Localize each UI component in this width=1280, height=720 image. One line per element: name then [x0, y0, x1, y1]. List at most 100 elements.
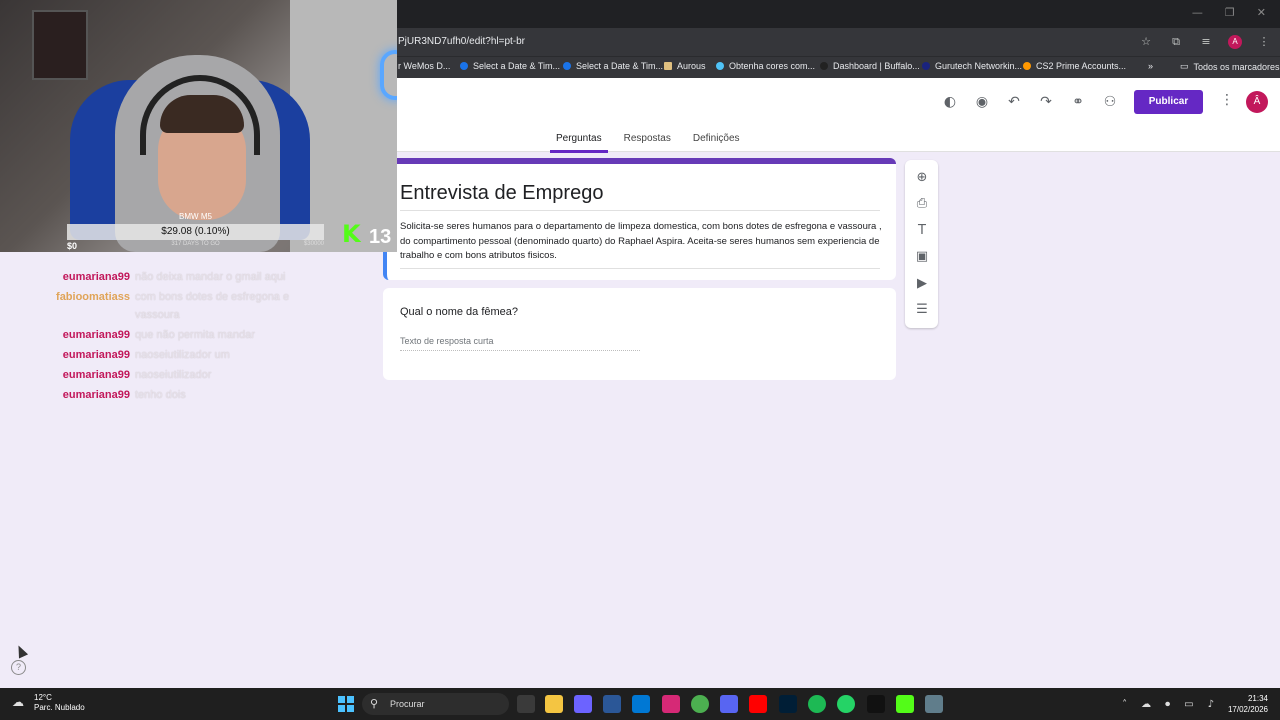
browser-menu-icon[interactable]: ⋮ [1256, 34, 1272, 50]
bookmark-item[interactable]: CS2 Prime Accounts... [1023, 61, 1126, 71]
add-section-icon[interactable]: ☰ [912, 300, 932, 320]
copilot-icon[interactable] [574, 695, 592, 713]
webcam-overlay: BMW M5 $29.08 (0.10%) $0 317 DAYS TO GO … [0, 0, 397, 252]
bookmark-label: Select a Date & Tim... [473, 61, 561, 71]
chevron-up-icon[interactable]: ˄ [1122, 699, 1127, 710]
clock-date: 17/02/2026 [1227, 705, 1268, 714]
webcam-poster [32, 10, 88, 80]
temperature: 12°C [34, 693, 52, 702]
chat-text: que não permita mandar [135, 329, 255, 341]
bookmark-item[interactable]: Aurous [664, 61, 706, 71]
weather-text: 12°C Parc. Nublado [34, 693, 85, 713]
form-description[interactable]: Solicita-se seres humanos para o departa… [400, 220, 885, 264]
goal-max: $30000 [303, 241, 324, 247]
chrome-icon[interactable] [691, 695, 709, 713]
store-icon[interactable] [603, 695, 621, 713]
address-bar-icons: ☆ ⧉ ≡ A ⋮ [1138, 34, 1272, 50]
system-tray: ˄ ☁ ⏺ ▭ ♪ 21:34 17/02/2026 [1122, 693, 1268, 715]
bookmark-item[interactable]: r WeMos D... [398, 61, 450, 71]
form-header-card[interactable]: Entrevista de Emprego Solicita-se seres … [383, 158, 896, 280]
tab-questions[interactable]: Perguntas [550, 132, 608, 153]
maximize-icon[interactable]: ❐ [1225, 6, 1235, 19]
weather-widget[interactable]: ☁ 12°C Parc. Nublado [12, 693, 85, 713]
bookmark-item[interactable]: Select a Date & Tim... [563, 61, 663, 71]
question-title[interactable]: Qual o nome da fêmea? [400, 306, 518, 318]
star-icon[interactable]: ☆ [1138, 34, 1154, 50]
window-controls: — ❐ ✕ [1192, 6, 1266, 19]
goal-value: $29.08 (0.10%) [161, 226, 230, 237]
stream-chat: eumariana99 não deixa mandar o gmail aqu… [0, 252, 397, 412]
add-image-icon[interactable]: ▣ [912, 247, 932, 267]
chat-text: naoseiutilizador um [135, 349, 230, 361]
bookmark-item[interactable]: Obtenha cores com... [716, 61, 815, 71]
add-video-icon[interactable]: ▶ [912, 274, 932, 294]
clock-time: 21:34 [1247, 694, 1268, 703]
chat-username: fabioomatiass [56, 291, 130, 303]
tab-responses[interactable]: Respostas [618, 132, 677, 153]
bookmark-item[interactable]: Dashboard | Buffalo... [820, 61, 920, 71]
onedrive-icon[interactable]: ☁ [1141, 699, 1151, 710]
link-icon[interactable]: ⚭ [1068, 92, 1088, 112]
bookmark-favicon-icon [460, 62, 468, 70]
import-questions-icon[interactable]: ⎙ [912, 194, 932, 214]
more-options-icon[interactable]: ⋮ [1220, 92, 1234, 108]
search-placeholder: Procurar [390, 699, 425, 709]
bookmark-label: Todos os marcadores [1193, 61, 1280, 72]
user-avatar[interactable]: Â [1246, 91, 1268, 113]
clock[interactable]: 21:34 17/02/2026 [1228, 693, 1268, 715]
youtube-icon[interactable] [749, 695, 767, 713]
bookmark-label: Select a Date & Tim... [576, 61, 664, 71]
chat-username: eumariana99 [62, 389, 130, 401]
display-icon[interactable]: ▭ [1184, 699, 1193, 710]
bookmark-label: r WeMos D... [398, 61, 451, 71]
whatsapp-icon[interactable] [837, 695, 855, 713]
taskbar-search[interactable]: ⚲ Procurar [362, 693, 509, 715]
bookmark-favicon-icon [563, 62, 571, 70]
media-icon[interactable]: ≡ [1198, 34, 1214, 50]
bookmark-item[interactable]: Gurutech Networkin... [922, 61, 1022, 71]
photoshop-icon[interactable] [779, 695, 797, 713]
add-title-icon[interactable]: T [912, 221, 932, 241]
extensions-icon[interactable]: ⧉ [1168, 34, 1184, 50]
mail-icon[interactable] [632, 695, 650, 713]
microphone-icon[interactable]: ⏺ [1165, 699, 1170, 710]
bookmark-favicon-icon [820, 62, 828, 70]
question-card[interactable]: Qual o nome da fêmea? Texto de resposta … [383, 288, 896, 380]
forms-tabs: Perguntas Respostas Definições [550, 132, 746, 153]
add-question-icon[interactable]: ⊕ [912, 168, 932, 188]
spotify-icon[interactable] [808, 695, 826, 713]
preview-eye-icon[interactable]: ◉ [972, 92, 992, 112]
donation-goal: BMW M5 $29.08 (0.10%) $0 317 DAYS TO GO … [67, 212, 324, 252]
mouse-cursor-icon [13, 643, 29, 659]
file-explorer-icon[interactable] [545, 695, 563, 713]
url-text[interactable]: PjUR3ND7ufh0/edit?hl=pt-br [398, 36, 525, 47]
all-bookmarks-folder[interactable]: ▭ Todos os marcadores [1180, 61, 1280, 72]
bookmark-item[interactable]: Select a Date & Tim... [460, 61, 560, 71]
settings-icon[interactable] [925, 695, 943, 713]
undo-icon[interactable]: ↶ [1004, 92, 1024, 112]
help-icon[interactable]: ? [11, 660, 26, 675]
volume-icon[interactable]: ♪ [1208, 699, 1214, 710]
more-bookmarks-button[interactable]: » [1148, 61, 1153, 71]
instagram-icon[interactable] [662, 695, 680, 713]
form-title[interactable]: Entrevista de Emprego [400, 182, 870, 205]
kick-app-icon[interactable] [896, 695, 914, 713]
profile-avatar[interactable]: A [1228, 35, 1242, 49]
bookmark-label: CS2 Prime Accounts... [1036, 61, 1127, 71]
goal-days-left: 317 DAYS TO GO [171, 241, 220, 247]
start-button[interactable] [338, 696, 354, 712]
obs-icon[interactable] [867, 695, 885, 713]
kick-counter: 13 [369, 226, 392, 248]
kick-logo-icon: K [342, 220, 361, 248]
discord-icon[interactable] [720, 695, 738, 713]
task-view-icon[interactable] [517, 695, 535, 713]
divider [400, 268, 880, 269]
minimize-icon[interactable]: — [1192, 6, 1203, 19]
redo-icon[interactable]: ↷ [1036, 92, 1056, 112]
close-icon[interactable]: ✕ [1257, 6, 1266, 19]
palette-icon[interactable]: ◐ [940, 92, 960, 112]
add-collaborator-icon[interactable]: ⚇ [1100, 92, 1120, 112]
tab-settings[interactable]: Definições [687, 132, 746, 153]
goal-name: BMW M5 [179, 212, 212, 221]
publish-button[interactable]: Publicar [1134, 90, 1203, 114]
